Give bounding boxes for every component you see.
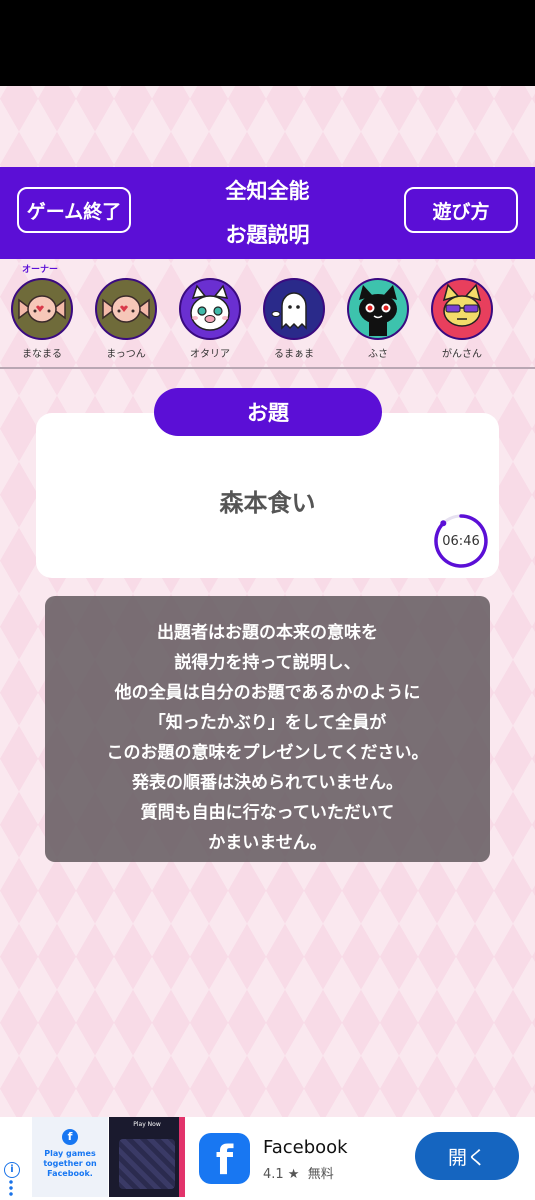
description-line: 「知ったかぶり」をして全員が: [148, 713, 387, 733]
end-game-button[interactable]: ゲーム終了: [17, 187, 131, 233]
player-item[interactable]: まなまる: [7, 278, 77, 360]
description-line: 出題者はお題の本来の意味を: [157, 623, 378, 643]
header-bar: ゲーム終了 全知全能 お題説明 遊び方: [0, 167, 535, 259]
description-line: かまいません。: [208, 833, 327, 853]
ad-game-image[interactable]: Play Now: [109, 1117, 185, 1197]
description-line: 他の全員は自分のお題であるかのように: [114, 683, 421, 703]
yellow-cat-sunglasses-icon: [431, 278, 493, 340]
status-bar: [0, 0, 535, 86]
player-item[interactable]: がんさん: [427, 278, 497, 360]
description-line: 説得力を持って説明し、: [174, 653, 361, 673]
player-item[interactable]: るまぁま: [259, 278, 329, 360]
black-cat-icon: [347, 278, 409, 340]
divider: [0, 367, 535, 369]
candy-icon: [95, 278, 157, 340]
player-name: オタリア: [190, 349, 230, 360]
ad-image[interactable]: f Play games together on Facebook.: [32, 1117, 108, 1197]
topic-card: 森本食い 06:46: [36, 413, 499, 578]
player-name: ふさ: [368, 349, 388, 360]
ad-open-button[interactable]: 開く: [415, 1132, 519, 1180]
ad-app-meta: 4.1 ★ 無料: [263, 1163, 334, 1182]
description-line: 質問も自由に行なっていただいて: [140, 803, 395, 823]
ghost-icon: [263, 278, 325, 340]
player-name: がんさん: [442, 349, 482, 360]
ad-image-text: Play games together on Facebook.: [43, 1149, 97, 1178]
player-item[interactable]: まっつん: [91, 278, 161, 360]
game-mode-title: 全知全能: [225, 179, 310, 203]
player-name: るまぁま: [274, 349, 314, 360]
description-line: 発表の順番は決められていません。: [132, 773, 403, 793]
phase-title: お題説明: [225, 223, 310, 247]
player-item[interactable]: ふさ: [343, 278, 413, 360]
player-list: まなまる まっつん オタリア るまぁま ふさ がんさん: [0, 278, 535, 368]
ad-rating: 4.1 ★: [263, 1167, 300, 1182]
ad-price: 無料: [307, 1167, 334, 1182]
white-cat-pig-nose-icon: [179, 278, 241, 340]
description-line: このお題の意味をプレゼンしてください。: [106, 743, 429, 763]
how-to-play-button[interactable]: 遊び方: [404, 187, 518, 233]
ad-info-icon[interactable]: i: [4, 1162, 20, 1178]
timer-text: 06:46: [442, 533, 480, 549]
player-item[interactable]: オタリア: [175, 278, 245, 360]
facebook-icon: f: [62, 1129, 78, 1145]
player-name: まなまる: [22, 349, 62, 360]
countdown-timer: 06:46: [433, 513, 489, 569]
topic-label: お題: [154, 388, 382, 436]
facebook-app-icon[interactable]: f: [199, 1133, 250, 1184]
ad-more-icon[interactable]: [9, 1179, 13, 1197]
topic-word: 森本食い: [219, 489, 316, 517]
rules-description: 出題者はお題の本来の意味を 説得力を持って説明し、 他の全員は自分のお題であるか…: [45, 596, 490, 862]
image-edge: [179, 1117, 185, 1197]
candy-icon: [11, 278, 73, 340]
owner-label: オーナー: [22, 265, 59, 275]
ad-app-name: Facebook: [263, 1137, 348, 1158]
game-board-image: [119, 1139, 175, 1189]
ad-banner[interactable]: i f Play games together on Facebook. Pla…: [0, 1117, 535, 1200]
player-name: まっつん: [106, 349, 146, 360]
ad-game-image-text: Play Now: [133, 1121, 161, 1128]
